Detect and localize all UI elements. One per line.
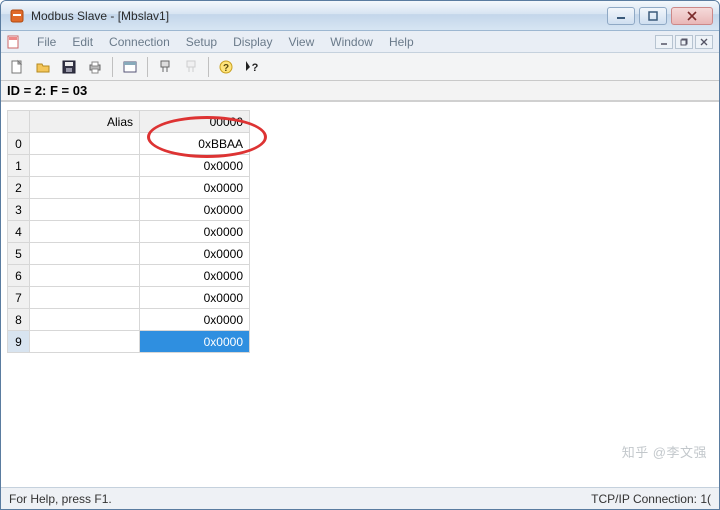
id-function-line: ID = 2: F = 03	[1, 81, 719, 101]
menu-window[interactable]: Window	[322, 33, 381, 51]
table-row[interactable]: 4 0x0000	[8, 221, 250, 243]
value-cell[interactable]: 0x0000	[140, 177, 250, 199]
alias-cell[interactable]	[30, 265, 140, 287]
menu-setup[interactable]: Setup	[178, 33, 225, 51]
table-row[interactable]: 9 0x0000	[8, 331, 250, 353]
window-controls	[607, 7, 713, 25]
main-window: Modbus Slave - [Mbslav1] File Edit Conne…	[0, 0, 720, 510]
row-index[interactable]: 5	[8, 243, 30, 265]
corner-cell	[8, 111, 30, 133]
new-button[interactable]	[5, 56, 29, 78]
header-value[interactable]: 00000	[140, 111, 250, 133]
close-button[interactable]	[671, 7, 713, 25]
table-header-row: Alias 00000	[8, 111, 250, 133]
context-help-button[interactable]: ?	[240, 56, 264, 78]
row-index[interactable]: 6	[8, 265, 30, 287]
status-help-text: For Help, press F1.	[9, 492, 112, 506]
value-cell[interactable]: 0xBBAA	[140, 133, 250, 155]
table-row[interactable]: 6 0x0000	[8, 265, 250, 287]
toolbar-separator	[208, 57, 209, 77]
menu-help[interactable]: Help	[381, 33, 422, 51]
print-button[interactable]	[83, 56, 107, 78]
menu-connection[interactable]: Connection	[101, 33, 178, 51]
disconnect-button[interactable]	[179, 56, 203, 78]
toolbar-separator	[147, 57, 148, 77]
table-row[interactable]: 8 0x0000	[8, 309, 250, 331]
titlebar: Modbus Slave - [Mbslav1]	[1, 1, 719, 31]
mdi-restore-button[interactable]	[675, 35, 693, 49]
doc-icon	[5, 33, 23, 51]
watermark: 知乎 @李文强	[622, 442, 707, 461]
register-table[interactable]: Alias 00000 0 0xBBAA 1 0x0000 2 0x0000 3 0x0000…	[7, 110, 250, 353]
help-button[interactable]: ?	[214, 56, 238, 78]
alias-cell[interactable]	[30, 199, 140, 221]
table-row[interactable]: 5 0x0000	[8, 243, 250, 265]
value-cell[interactable]: 0x0000	[140, 331, 250, 353]
connect-button[interactable]	[153, 56, 177, 78]
alias-cell[interactable]	[30, 309, 140, 331]
value-cell[interactable]: 0x0000	[140, 221, 250, 243]
value-cell[interactable]: 0x0000	[140, 243, 250, 265]
svg-text:?: ?	[252, 62, 259, 74]
alias-cell[interactable]	[30, 155, 140, 177]
table-row[interactable]: 2 0x0000	[8, 177, 250, 199]
header-alias[interactable]: Alias	[30, 111, 140, 133]
alias-cell[interactable]	[30, 221, 140, 243]
menu-edit[interactable]: Edit	[64, 33, 101, 51]
value-cell[interactable]: 0x0000	[140, 155, 250, 177]
toolbar: ? ?	[1, 53, 719, 81]
window-tool-button[interactable]	[118, 56, 142, 78]
open-button[interactable]	[31, 56, 55, 78]
app-icon	[9, 8, 25, 24]
table-row[interactable]: 1 0x0000	[8, 155, 250, 177]
row-index[interactable]: 0	[8, 133, 30, 155]
value-cell[interactable]: 0x0000	[140, 287, 250, 309]
row-index[interactable]: 9	[8, 331, 30, 353]
statusbar: For Help, press F1. TCP/IP Connection: 1…	[1, 487, 719, 509]
row-index[interactable]: 7	[8, 287, 30, 309]
maximize-button[interactable]	[639, 7, 667, 25]
menu-display[interactable]: Display	[225, 33, 280, 51]
svg-text:?: ?	[223, 63, 229, 74]
row-index[interactable]: 3	[8, 199, 30, 221]
client-area: Alias 00000 0 0xBBAA 1 0x0000 2 0x0000 3 0x0000…	[1, 101, 719, 487]
menu-file[interactable]: File	[29, 33, 64, 51]
mdi-controls	[655, 35, 713, 49]
status-connection-text: TCP/IP Connection: 1(	[591, 492, 711, 506]
row-index[interactable]: 1	[8, 155, 30, 177]
toolbar-separator	[112, 57, 113, 77]
alias-cell[interactable]	[30, 243, 140, 265]
minimize-button[interactable]	[607, 7, 635, 25]
save-button[interactable]	[57, 56, 81, 78]
menu-view[interactable]: View	[280, 33, 322, 51]
table-row[interactable]: 0 0xBBAA	[8, 133, 250, 155]
alias-cell[interactable]	[30, 331, 140, 353]
table-row[interactable]: 7 0x0000	[8, 287, 250, 309]
alias-cell[interactable]	[30, 287, 140, 309]
value-cell[interactable]: 0x0000	[140, 309, 250, 331]
table-row[interactable]: 3 0x0000	[8, 199, 250, 221]
row-index[interactable]: 2	[8, 177, 30, 199]
menubar: File Edit Connection Setup Display View …	[1, 31, 719, 53]
window-title: Modbus Slave - [Mbslav1]	[31, 9, 169, 23]
row-index[interactable]: 4	[8, 221, 30, 243]
row-index[interactable]: 8	[8, 309, 30, 331]
value-cell[interactable]: 0x0000	[140, 265, 250, 287]
alias-cell[interactable]	[30, 177, 140, 199]
alias-cell[interactable]	[30, 133, 140, 155]
mdi-minimize-button[interactable]	[655, 35, 673, 49]
value-cell[interactable]: 0x0000	[140, 199, 250, 221]
mdi-close-button[interactable]	[695, 35, 713, 49]
